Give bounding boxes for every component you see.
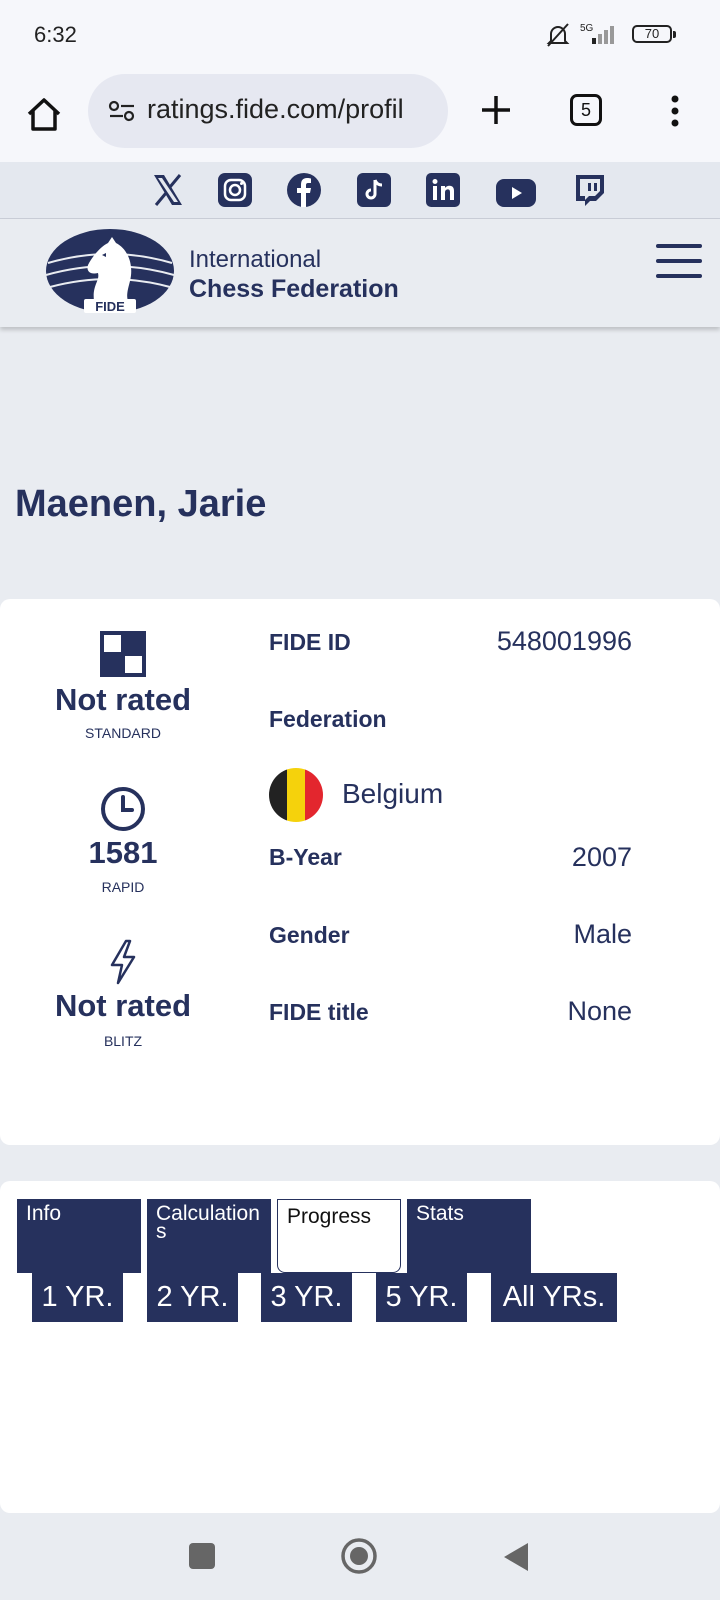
federation-label: Federation xyxy=(269,706,387,732)
gender-label: Gender xyxy=(269,922,350,948)
byear-value: 2007 xyxy=(571,842,632,872)
facebook-icon[interactable] xyxy=(287,172,321,208)
tab-calculations[interactable]: Calculations xyxy=(147,1199,271,1273)
tab-stats[interactable]: Stats xyxy=(407,1199,531,1273)
battery-indicator: 70 xyxy=(632,25,676,43)
x-icon[interactable] xyxy=(150,172,186,208)
more-options-icon[interactable] xyxy=(668,94,682,128)
rapid-caption: RAPID xyxy=(101,879,145,895)
fide-id-value: 548001996 xyxy=(496,626,632,656)
tiktok-icon[interactable] xyxy=(357,172,391,208)
tab-switcher-button[interactable]: 5 xyxy=(570,94,602,126)
byear-label: B-Year xyxy=(269,844,342,870)
blitz-rating: Not rated xyxy=(54,988,192,1023)
rapid-clock-icon xyxy=(101,787,145,831)
blitz-lightning-icon xyxy=(110,939,136,985)
belgium-flag-icon xyxy=(269,768,323,822)
logo-text: FIDE xyxy=(95,299,125,314)
federation-value: Belgium xyxy=(342,778,444,809)
back-icon[interactable] xyxy=(502,1541,530,1573)
tab-info[interactable]: Info xyxy=(17,1199,141,1273)
youtube-icon[interactable] xyxy=(496,175,536,211)
range-1yr-button[interactable]: 1 YR. xyxy=(32,1273,123,1322)
range-all-years-button[interactable]: All YRs. xyxy=(491,1273,617,1322)
twitch-icon[interactable] xyxy=(572,172,606,208)
gender-value: Male xyxy=(573,919,632,949)
hamburger-menu-icon[interactable] xyxy=(656,244,702,282)
blitz-caption: BLITZ xyxy=(103,1033,143,1049)
fide-logo[interactable]: FIDE xyxy=(44,225,176,321)
instagram-icon[interactable] xyxy=(218,172,252,208)
range-3yr-button[interactable]: 3 YR. xyxy=(261,1273,352,1322)
linkedin-icon[interactable] xyxy=(426,172,460,208)
standard-rating: Not rated xyxy=(54,682,192,717)
tab-progress[interactable]: Progress xyxy=(277,1199,401,1273)
player-name: Maenen, Jarie xyxy=(15,483,267,525)
home-nav-icon[interactable] xyxy=(340,1537,378,1575)
home-icon[interactable] xyxy=(22,92,66,136)
range-2yr-button[interactable]: 2 YR. xyxy=(147,1273,238,1322)
standard-chessboard-icon xyxy=(100,631,146,677)
range-5yr-button[interactable]: 5 YR. xyxy=(376,1273,467,1322)
bell-muted-icon xyxy=(546,23,570,47)
standard-caption: STANDARD xyxy=(85,725,161,741)
status-time: 6:32 xyxy=(34,22,77,47)
signal-icon: 5G xyxy=(580,23,614,44)
org-name-line2: Chess Federation xyxy=(189,275,399,303)
fide-title-label: FIDE title xyxy=(269,999,369,1025)
site-settings-icon[interactable] xyxy=(108,100,136,122)
new-tab-icon[interactable] xyxy=(476,90,516,130)
org-name-line1: International xyxy=(189,246,322,273)
rapid-rating: 1581 xyxy=(88,835,158,870)
url-text[interactable]: ratings.fide.com/profil xyxy=(147,94,437,125)
fide-id-label: FIDE ID xyxy=(269,629,351,655)
fide-title-value: None xyxy=(567,996,632,1026)
recents-icon[interactable] xyxy=(188,1542,216,1570)
network-type: 5G xyxy=(580,23,594,34)
